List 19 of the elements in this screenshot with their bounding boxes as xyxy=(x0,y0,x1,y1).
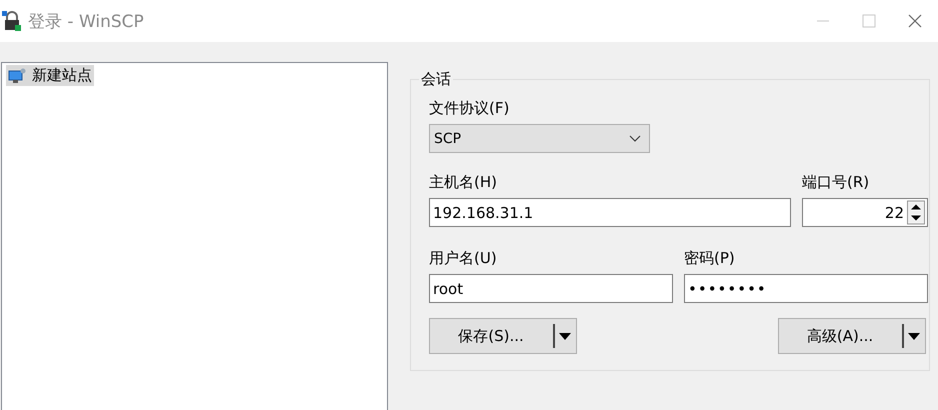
protocol-dropdown[interactable]: SCP xyxy=(429,124,650,153)
group-title: 会话 xyxy=(420,70,452,89)
monitor-icon xyxy=(8,68,26,84)
host-field[interactable]: 192.168.31.1 xyxy=(429,198,791,227)
site-item[interactable]: 新建站点 xyxy=(6,65,94,86)
password-field[interactable]: •••••••• xyxy=(684,274,928,303)
window-title: 登录 - WinSCP xyxy=(28,10,145,32)
field-label: 用户名(U) xyxy=(429,249,497,268)
split-button[interactable]: 高级(A)... xyxy=(778,318,926,354)
chevron-icon xyxy=(629,134,641,142)
field-label: 端口号(R) xyxy=(802,173,870,192)
field-label: 主机名(H) xyxy=(429,173,497,192)
field-label: 密码(P) xyxy=(684,249,735,268)
close-icon[interactable] xyxy=(908,14,922,28)
username-field[interactable]: root xyxy=(429,274,673,303)
lock-icon xyxy=(2,11,22,31)
split-button[interactable]: 保存(S)... xyxy=(429,318,577,354)
field-label: 文件协议(F) xyxy=(429,99,510,118)
spinner-icon[interactable] xyxy=(907,200,925,225)
